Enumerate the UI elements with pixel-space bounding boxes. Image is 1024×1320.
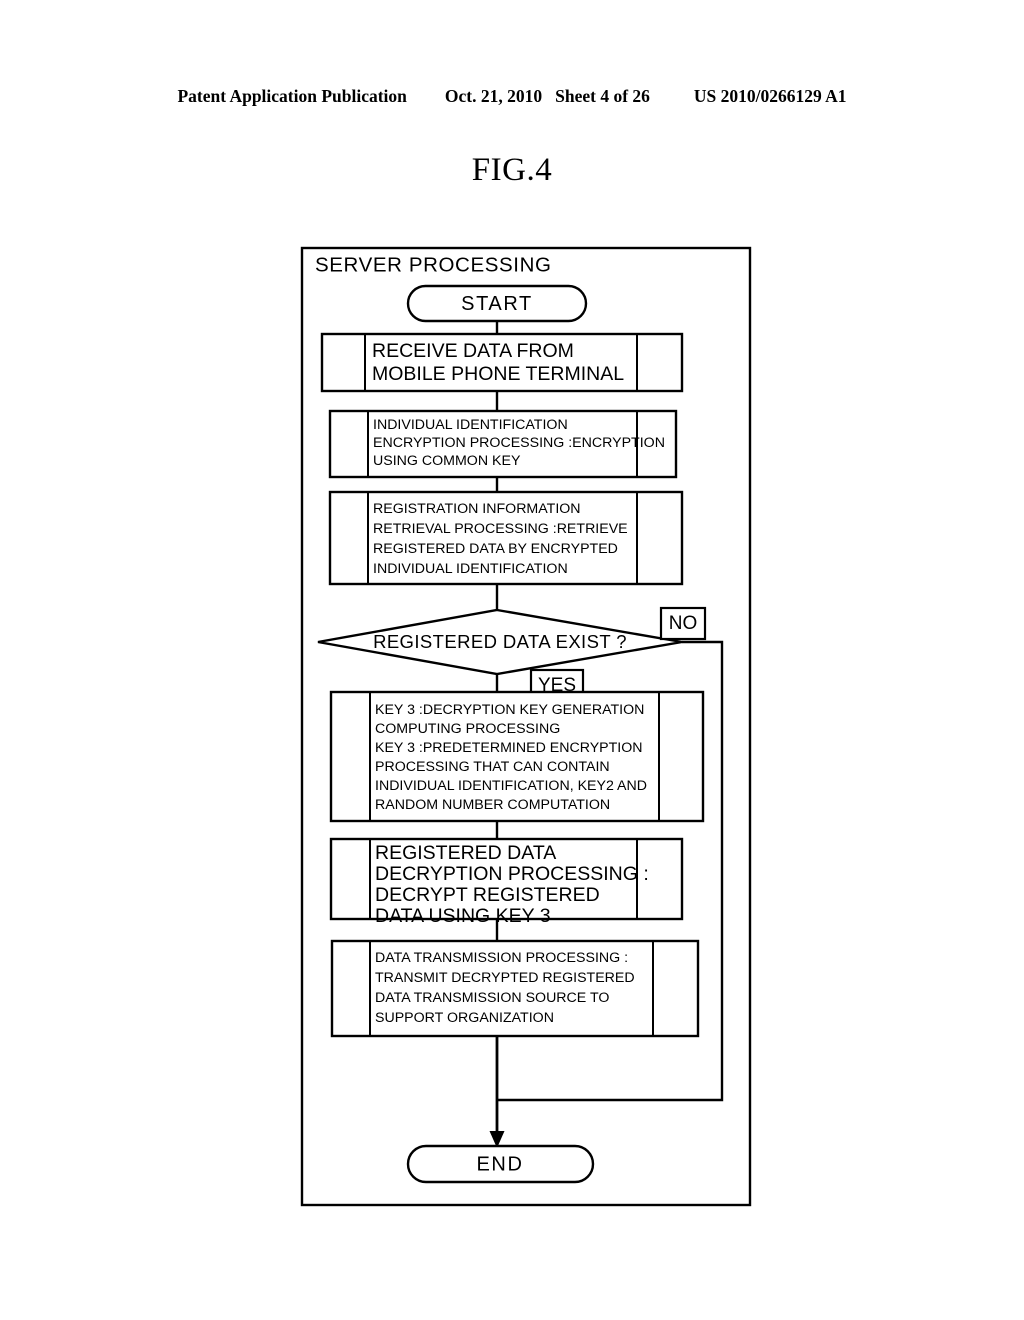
step-key3-line-6: RANDOM NUMBER COMPUTATION <box>375 797 610 813</box>
step-key3-line-5: INDIVIDUAL IDENTIFICATION, KEY2 AND <box>375 778 647 794</box>
step-individual-identification-encryption: INDIVIDUAL IDENTIFICATION ENCRYPTION PRO… <box>328 409 678 479</box>
step-decryption-line-3: DECRYPT REGISTERED <box>375 884 600 906</box>
step-encryption-line-2: ENCRYPTION PROCESSING :ENCRYPTION <box>373 435 665 451</box>
step-receive-data-line-1: RECEIVE DATA FROM <box>372 340 574 362</box>
step-encryption-line-1: INDIVIDUAL IDENTIFICATION <box>373 417 568 433</box>
step-decryption-line-1: REGISTERED DATA <box>375 842 556 864</box>
step-key3-line-4: PROCESSING THAT CAN CONTAIN <box>375 759 610 775</box>
step-transmission-line-2: TRANSMIT DECRYPTED REGISTERED <box>375 970 635 986</box>
step-transmission-line-4: SUPPORT ORGANIZATION <box>375 1010 554 1026</box>
branch-no: NO <box>659 606 707 641</box>
panel-label: SERVER PROCESSING <box>315 253 552 276</box>
step-transmission-line-1: DATA TRANSMISSION PROCESSING : <box>375 950 628 966</box>
step-key3-line-2: COMPUTING PROCESSING <box>375 721 560 737</box>
start-label: START <box>461 293 533 315</box>
step-retrieval-line-1: REGISTRATION INFORMATION <box>373 501 581 517</box>
step-transmission-line-3: DATA TRANSMISSION SOURCE TO <box>375 990 609 1006</box>
branch-no-label: NO <box>669 613 698 634</box>
step-decryption-line-2: DECRYPTION PROCESSING : <box>375 863 649 885</box>
step-registration-information-retrieval: REGISTRATION INFORMATION RETRIEVAL PROCE… <box>328 490 684 586</box>
step-data-transmission: DATA TRANSMISSION PROCESSING : TRANSMIT … <box>330 939 700 1038</box>
step-encryption-line-3: USING COMMON KEY <box>373 453 521 469</box>
step-receive-data-line-2: MOBILE PHONE TERMINAL <box>372 363 624 385</box>
step-key3-line-3: KEY 3 :PREDETERMINED ENCRYPTION <box>375 740 643 756</box>
step-receive-data: RECEIVE DATA FROM MOBILE PHONE TERMINAL <box>320 332 684 393</box>
end-label: END <box>476 1153 523 1175</box>
step-retrieval-line-3: REGISTERED DATA BY ENCRYPTED <box>373 541 618 557</box>
step-retrieval-line-2: RETRIEVAL PROCESSING :RETRIEVE <box>373 521 628 537</box>
step-key3-line-1: KEY 3 :DECRYPTION KEY GENERATION <box>375 702 644 718</box>
decision-label: REGISTERED DATA EXIST ? <box>373 631 627 652</box>
step-decryption-line-4: DATA USING KEY 3 <box>375 905 551 927</box>
flowchart-diagram: SERVER PROCESSING START RECEIVE DATA FRO… <box>300 246 752 1207</box>
step-retrieval-line-4: INDIVIDUAL IDENTIFICATION <box>373 561 568 577</box>
step-registered-data-decryption: REGISTERED DATA DECRYPTION PROCESSING : … <box>329 837 684 927</box>
step-key3-generation: KEY 3 :DECRYPTION KEY GENERATION COMPUTI… <box>329 690 705 823</box>
